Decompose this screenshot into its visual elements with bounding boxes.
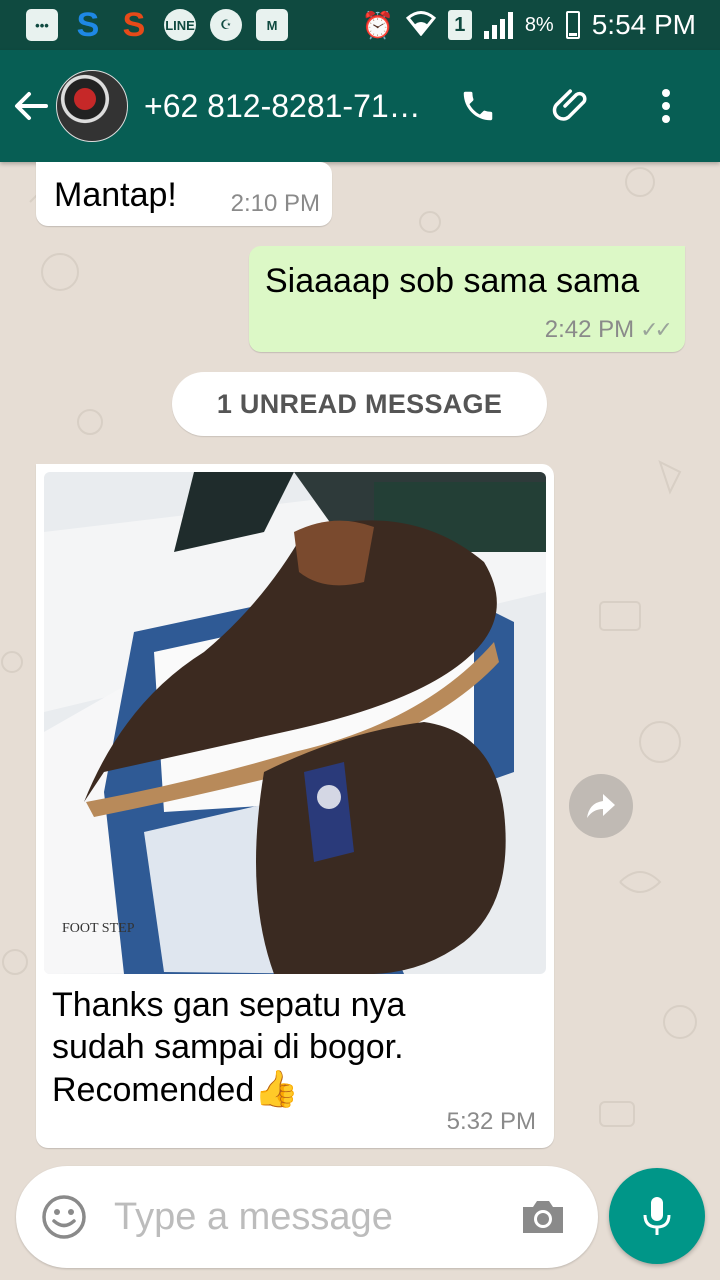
status-bar: ••• S S LINE ☪ M ⏰ 1 8% 5:54 PM: [0, 0, 720, 50]
message-time: 2:10 PM: [230, 190, 320, 217]
unread-divider: 1 UNREAD MESSAGE: [172, 372, 547, 436]
quran-app-icon: ☪: [210, 9, 242, 41]
shoe-photo[interactable]: FOOT STEP: [44, 472, 546, 974]
shoe-image: FOOT STEP: [44, 472, 546, 974]
message-incoming[interactable]: Mantap! 2:10 PM: [36, 162, 332, 226]
message-list[interactable]: Mantap! 2:10 PM Siaaaap sob sama sama 2:…: [0, 162, 720, 1162]
line-app-icon: LINE: [164, 9, 196, 41]
phone-icon: [463, 91, 493, 121]
signal-icon: [483, 11, 513, 39]
battery-icon: [565, 11, 580, 39]
emoji-icon: [42, 1195, 86, 1239]
message-caption: Thanks gan sepatu nya sudah sampai di bo…: [52, 986, 406, 1109]
clock: 5:54 PM: [591, 9, 696, 40]
back-arrow-icon: [15, 92, 48, 120]
message-text: Mantap!: [54, 176, 177, 214]
message-time: 5:32 PM: [446, 1108, 536, 1135]
attach-button[interactable]: [550, 84, 594, 128]
more-options-button[interactable]: [644, 84, 688, 128]
camera-icon: [523, 1201, 563, 1233]
forward-button[interactable]: [569, 774, 633, 838]
message-incoming-image[interactable]: FOOT STEP Thanks gan sepatu nya sudah sa…: [36, 464, 554, 1148]
message-text: Siaaaap sob sama sama: [265, 262, 640, 300]
voice-record-button[interactable]: [609, 1168, 705, 1264]
chat-header: +62 812-8281-71…: [0, 50, 720, 162]
thumbs-up-icon: 👍: [254, 1068, 300, 1109]
message-composer: [16, 1166, 598, 1268]
read-receipt-icon: ✓✓: [640, 317, 673, 342]
chat-notification-icon: •••: [26, 9, 58, 41]
alarm-icon: ⏰: [361, 9, 394, 40]
svg-text:FOOT STEP: FOOT STEP: [62, 921, 135, 936]
back-button[interactable]: [14, 91, 54, 121]
emoji-button[interactable]: [40, 1193, 88, 1241]
message-outgoing[interactable]: Siaaaap sob sama sama 2:42 PM ✓✓: [249, 246, 685, 352]
more-vert-icon: [662, 89, 670, 123]
s-app-alt-icon: S: [122, 5, 146, 44]
battery-percent: 8%: [524, 13, 554, 36]
message-time: 2:42 PM: [544, 316, 635, 343]
paperclip-icon: [552, 89, 587, 121]
contact-name[interactable]: +62 812-8281-71…: [144, 88, 421, 125]
mic-icon: [643, 1197, 671, 1235]
s-app-icon: S: [76, 5, 100, 44]
wifi-icon: [405, 8, 436, 43]
gmail-icon: M: [256, 9, 288, 41]
forward-icon: [587, 794, 615, 818]
contact-avatar[interactable]: [56, 70, 128, 142]
camera-button[interactable]: [518, 1195, 568, 1239]
message-input[interactable]: [112, 1194, 476, 1240]
sim-icon: 1: [447, 10, 472, 40]
call-button[interactable]: [456, 84, 500, 128]
